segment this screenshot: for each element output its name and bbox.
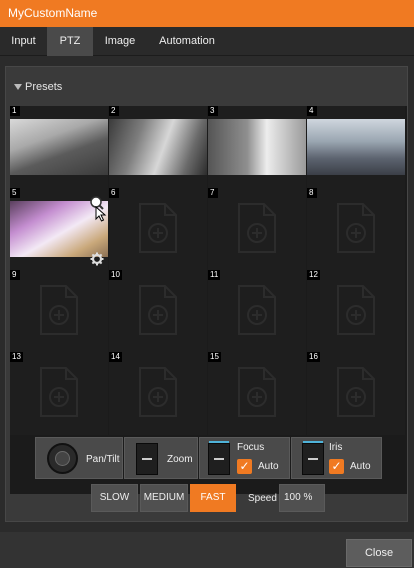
empty-preset-icon: [137, 284, 179, 336]
preset-slot[interactable]: 13: [10, 352, 108, 435]
focus-auto-checkbox[interactable]: ✓: [237, 459, 252, 474]
tab-bar: Input PTZ Image Automation: [0, 27, 414, 56]
preset-number: 7: [208, 188, 218, 198]
tab-image[interactable]: Image: [93, 27, 147, 56]
preset-number: 6: [109, 188, 119, 198]
preset-slot[interactable]: 7: [208, 188, 306, 271]
focus-control[interactable]: Focus ✓ Auto: [199, 437, 290, 479]
zoom-label: Zoom: [167, 454, 193, 465]
preset-thumbnail[interactable]: [307, 119, 405, 175]
empty-preset-icon: [236, 284, 278, 336]
preset-number: 13: [10, 352, 23, 362]
close-button[interactable]: Close: [346, 539, 412, 567]
focus-auto-label: Auto: [258, 461, 279, 472]
preset-slot[interactable]: 15: [208, 352, 306, 435]
preset-number: 8: [307, 188, 317, 198]
preset-slot[interactable]: 8: [307, 188, 405, 271]
preset-slot[interactable]: 1: [10, 106, 108, 189]
preset-grid: 1 2 3 4 5 6 7 8 9 10 11 12 13 14 15 16: [10, 106, 407, 494]
focus-rocker-icon[interactable]: [208, 441, 230, 475]
title-bar: MyCustomName: [0, 0, 414, 27]
preset-number: 15: [208, 352, 221, 362]
presets-header[interactable]: Presets: [6, 79, 407, 97]
speed-medium-button[interactable]: MEDIUM: [140, 484, 188, 512]
empty-preset-icon: [38, 366, 80, 418]
preset-number: 11: [208, 270, 221, 280]
speed-slow-button[interactable]: SLOW: [91, 484, 138, 512]
tab-input[interactable]: Input: [0, 27, 47, 56]
empty-preset-icon: [236, 366, 278, 418]
preset-slot[interactable]: 4: [307, 106, 405, 189]
preset-number: 16: [307, 352, 320, 362]
gear-icon[interactable]: [90, 252, 104, 266]
preset-slot[interactable]: 11: [208, 270, 306, 353]
preset-slot[interactable]: 14: [109, 352, 207, 435]
preset-number: 14: [109, 352, 122, 362]
iris-rocker-icon[interactable]: [302, 441, 324, 475]
pan-tilt-label: Pan/Tilt: [86, 454, 120, 465]
empty-preset-icon: [335, 284, 377, 336]
preset-number: 4: [307, 106, 317, 116]
empty-preset-icon: [38, 284, 80, 336]
empty-preset-icon: [137, 366, 179, 418]
preset-slot[interactable]: 2: [109, 106, 207, 189]
zoom-control[interactable]: Zoom: [124, 437, 198, 479]
preset-number: 9: [10, 270, 20, 280]
preset-slot[interactable]: 16: [307, 352, 405, 435]
tab-automation[interactable]: Automation: [147, 27, 227, 56]
preset-number: 2: [109, 106, 119, 116]
iris-auto-checkbox[interactable]: ✓: [329, 459, 344, 474]
speed-input[interactable]: 100 %: [279, 484, 325, 512]
preset-thumbnail[interactable]: [109, 119, 207, 175]
preset-thumbnail[interactable]: [208, 119, 306, 175]
empty-preset-icon: [335, 202, 377, 254]
zoom-rocker-icon[interactable]: [136, 443, 158, 475]
preset-number: 10: [109, 270, 122, 280]
preset-number: 5: [10, 188, 20, 198]
iris-label: Iris: [329, 442, 343, 453]
presets-label: Presets: [25, 81, 63, 93]
speed-fast-button[interactable]: FAST: [190, 484, 236, 512]
preset-thumbnail[interactable]: [10, 119, 108, 175]
preset-slot[interactable]: 12: [307, 270, 405, 353]
preset-slot[interactable]: 6: [109, 188, 207, 271]
joystick-icon[interactable]: [47, 443, 78, 474]
preset-slot[interactable]: 9: [10, 270, 108, 353]
preset-number: 12: [307, 270, 320, 280]
pan-tilt-control[interactable]: Pan/Tilt: [35, 437, 123, 479]
iris-auto-label: Auto: [350, 461, 371, 472]
window-title: MyCustomName: [8, 6, 98, 20]
preset-number: 1: [10, 106, 20, 116]
empty-preset-icon: [236, 202, 278, 254]
empty-preset-icon: [137, 202, 179, 254]
collapse-triangle-icon[interactable]: [14, 84, 22, 90]
preset-slot[interactable]: 3: [208, 106, 306, 189]
iris-control[interactable]: Iris ✓ Auto: [291, 437, 382, 479]
preset-slot[interactable]: 5: [10, 188, 108, 271]
preset-number: 3: [208, 106, 218, 116]
speed-label: Speed: [248, 493, 277, 504]
focus-label: Focus: [237, 442, 265, 453]
empty-preset-icon: [335, 366, 377, 418]
cursor-icon: [95, 205, 107, 222]
preset-slot[interactable]: 10: [109, 270, 207, 353]
tab-ptz[interactable]: PTZ: [47, 27, 93, 56]
